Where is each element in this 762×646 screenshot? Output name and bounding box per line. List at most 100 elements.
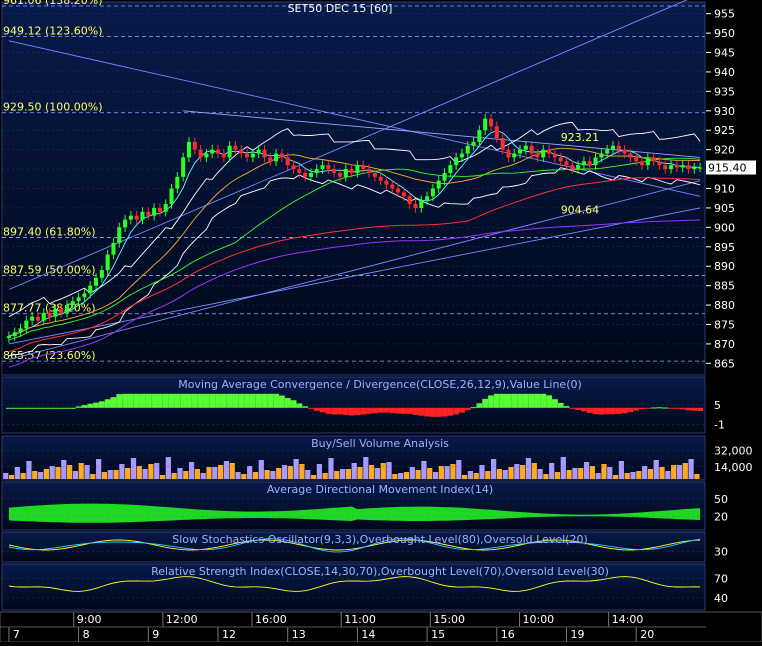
macd-bar	[98, 401, 105, 408]
macd-bar	[87, 403, 94, 408]
volume-bar-buy	[61, 460, 67, 479]
volume-bar-sell	[461, 475, 468, 479]
volume-bar-sell	[473, 473, 479, 479]
volume-bar-buy	[177, 468, 183, 479]
candle-body	[541, 149, 546, 158]
macd-bar	[290, 400, 297, 408]
macd-bar	[476, 403, 483, 408]
volume-bar-buy	[374, 468, 381, 479]
volume-bar-sell	[508, 467, 514, 479]
candle-body	[483, 118, 488, 131]
volume-bar-sell	[403, 472, 410, 479]
macd-bar	[534, 393, 541, 408]
indicator-title: Average Directional Movement Index(14)	[267, 483, 493, 496]
volume-bar-sell	[647, 469, 654, 479]
volume-bar-sell	[369, 465, 375, 479]
macd-bar	[331, 407, 338, 415]
candle-body	[459, 153, 464, 158]
day-label: 19	[571, 628, 585, 641]
macd-bar	[395, 407, 401, 414]
macd-bar	[627, 407, 634, 413]
candle-body	[337, 172, 343, 177]
candle-body	[233, 145, 238, 150]
macd-bar	[157, 393, 163, 408]
indicator-tick-label: 32,000	[714, 445, 753, 458]
candle-body	[215, 149, 221, 154]
volume-bar-sell	[682, 463, 688, 479]
volume-bar-buy	[247, 466, 253, 479]
price-tick-label: 885	[714, 280, 735, 293]
candle-body	[140, 211, 145, 220]
macd-bar	[551, 399, 558, 408]
candle-body	[425, 196, 430, 201]
macd-bar	[226, 393, 233, 408]
volume-bar-buy	[409, 467, 415, 479]
volume-bar-sell	[671, 465, 677, 479]
candle-body	[256, 149, 261, 154]
macd-bar	[522, 393, 529, 408]
volume-bar-sell	[520, 465, 526, 479]
candle-body	[12, 332, 17, 337]
volume-bar-buy	[107, 470, 113, 479]
candle-body	[430, 188, 435, 197]
candle-body	[454, 157, 459, 166]
volume-bar-buy	[607, 467, 613, 479]
volume-bar-sell	[438, 466, 444, 479]
volume-bar-buy	[142, 469, 148, 479]
volume-bar-sell	[20, 473, 26, 479]
volume-bar-buy	[258, 460, 264, 479]
volume-bar-sell	[531, 463, 537, 479]
candle-body	[227, 145, 232, 158]
day-label: 15	[431, 628, 445, 641]
candle-body	[674, 165, 679, 168]
candle-body	[320, 165, 325, 170]
macd-bar	[644, 407, 651, 409]
macd-bar	[238, 393, 245, 408]
macd-bar	[168, 393, 175, 408]
price-annotation: 904.64	[561, 203, 600, 216]
volume-bar-sell	[101, 472, 108, 479]
macd-bar	[366, 407, 372, 414]
price-tick-label: 930	[714, 105, 735, 118]
candle-body	[308, 172, 313, 177]
indicator-title: Buy/Sell Volume Analysis	[311, 437, 449, 450]
candle-body	[41, 312, 46, 321]
macd-bar	[127, 393, 134, 408]
price-annotation: 923.21	[561, 131, 600, 144]
volume-bar-buy	[270, 471, 276, 479]
indicator-title: Relative Strength Index(CLOSE,14,30,70),…	[151, 565, 609, 578]
macd-bar	[110, 397, 117, 408]
candle-body	[419, 200, 424, 208]
volume-bar-buy	[502, 470, 508, 479]
candle-body	[529, 145, 534, 154]
candle-body	[657, 161, 662, 166]
macd-bar	[430, 407, 436, 417]
candle-body	[599, 153, 604, 158]
macd-bar	[40, 407, 47, 409]
macd-bar	[319, 407, 326, 413]
macd-bar	[267, 393, 274, 408]
candle-body	[59, 308, 64, 313]
candle-body	[698, 167, 703, 169]
macd-bar	[639, 407, 645, 410]
volume-bar-buy	[572, 468, 578, 479]
price-tick-label: 905	[714, 202, 735, 215]
macd-bar	[249, 393, 256, 408]
macd-bar	[389, 407, 396, 414]
candle-body	[512, 153, 517, 158]
candle-body	[564, 161, 569, 166]
volume-bar-sell	[136, 466, 142, 479]
macd-bar	[662, 407, 669, 409]
volume-bar-sell	[252, 472, 259, 479]
chart-canvas[interactable]: 961.06 (138.20%) 949.12 (123.60%) 929.50 (…	[0, 0, 762, 643]
indicator-tick-label: 20	[714, 511, 728, 524]
macd-bar	[360, 407, 367, 415]
candle-body	[576, 165, 581, 170]
volume-bar-sell	[43, 469, 49, 479]
volume-bar-sell	[90, 474, 96, 479]
day-label: 13	[292, 628, 306, 641]
volume-bar-sell	[229, 463, 235, 479]
candle-body	[35, 316, 40, 321]
macd-bar	[342, 407, 349, 415]
volume-bar-buy	[490, 459, 497, 479]
